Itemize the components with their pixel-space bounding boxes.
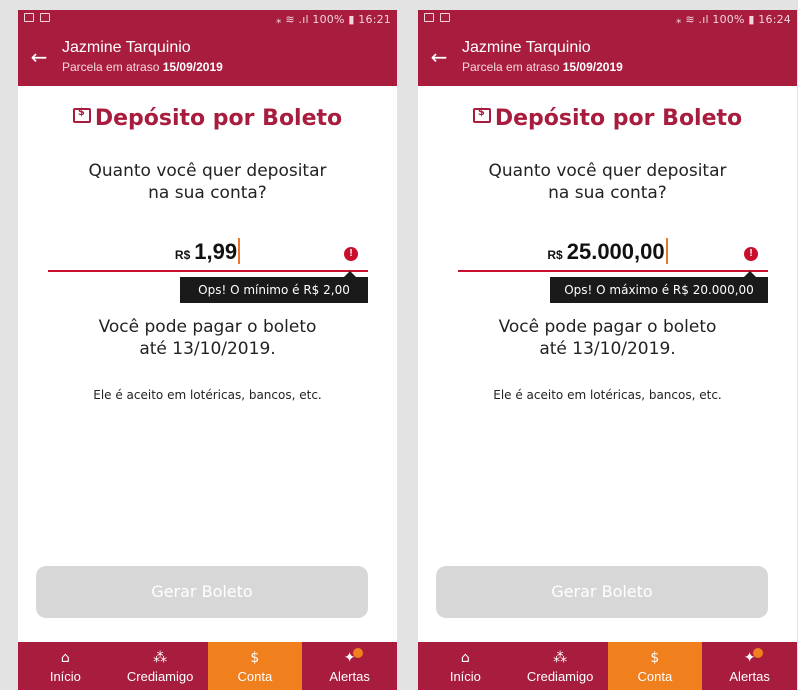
nav-label-crediamigo: Crediamigo <box>526 669 594 684</box>
amount-input-underline <box>458 270 768 272</box>
page-title: Depósito por Boleto <box>418 106 797 131</box>
error-tooltip: Ops! O mínimo é R$ 2,00 <box>180 271 368 303</box>
payment-deadline: Você pode pagar o boleto até 13/10/2019. <box>418 316 797 360</box>
installment-status: Parcela em atraso 15/09/2019 <box>462 60 623 74</box>
question-line-1: Quanto você quer depositar <box>88 161 327 181</box>
currency-label: R$ <box>547 248 563 262</box>
currency-label: R$ <box>174 248 191 262</box>
status-bar: ⁎ ≋ .ıl 100% ▮ 16:24 <box>418 10 797 30</box>
installment-date: 15/09/2019 <box>562 60 623 74</box>
error-tooltip: Ops! O máximo é R$ 20.000,00 <box>550 271 768 303</box>
screenshot-notification-icon <box>440 13 450 22</box>
dollar-icon: $ <box>650 650 660 666</box>
nav-label-inicio: Início <box>49 669 81 684</box>
amount-value[interactable]: 25.000,00 <box>567 239 665 264</box>
installment-label: Parcela em atraso <box>62 60 160 74</box>
bottom-navigation: ⌂ Início ⁂ Crediamigo $ Conta ✦ Alertas <box>418 642 797 690</box>
people-icon: ⁂ <box>153 650 168 666</box>
amount-input-underline <box>48 270 368 272</box>
phone-screen-right: ⁎ ≋ .ıl 100% ▮ 16:24 ← Jazmine Tarquinio… <box>418 10 797 690</box>
bottom-navigation: ⌂ Início ⁂ Crediamigo $ Conta ✦ Alertas <box>18 642 397 690</box>
accepted-info: Ele é aceito em lotéricas, bancos, etc. <box>93 388 322 402</box>
question-line-2: na sua conta? <box>548 183 667 203</box>
payment-deadline-line-2: até 13/10/2019. <box>539 339 676 359</box>
phone-screen-left: ⁎ ≋ .ıl 100% ▮ 16:21 ← Jazmine Tarquinio… <box>18 10 397 690</box>
status-bar: ⁎ ≋ .ıl 100% ▮ 16:21 <box>18 10 397 30</box>
nav-label-conta: Conta <box>237 669 273 684</box>
payment-deadline: Você pode pagar o boleto até 13/10/2019. <box>18 316 397 360</box>
nav-item-crediamigo[interactable]: ⁂ Crediamigo <box>113 642 208 690</box>
bell-icon: ✦ <box>343 650 356 666</box>
nav-item-conta[interactable]: $ Conta <box>207 642 303 690</box>
nav-label-alertas: Alertas <box>729 669 770 684</box>
back-arrow-icon[interactable]: ← <box>428 46 450 68</box>
app-bar: ← Jazmine Tarquinio Parcela em atraso 15… <box>18 30 397 86</box>
text-cursor <box>665 238 668 264</box>
generate-boleto-button[interactable]: Gerar Boleto <box>436 566 768 618</box>
payment-deadline-line-1: Você pode pagar o boleto <box>498 317 717 337</box>
question-line-1: Quanto você quer depositar <box>488 161 727 181</box>
nav-item-alertas[interactable]: ✦ Alertas <box>702 642 797 690</box>
error-icon[interactable]: ! <box>744 247 758 261</box>
image-notification-icon <box>24 13 34 22</box>
notification-badge <box>352 648 363 658</box>
nav-label-alertas: Alertas <box>329 669 370 684</box>
deposit-question: Quanto você quer depositar na sua conta? <box>418 160 797 204</box>
notification-icons <box>24 13 50 22</box>
app-bar: ← Jazmine Tarquinio Parcela em atraso 15… <box>418 30 797 86</box>
nav-item-alertas[interactable]: ✦ Alertas <box>302 642 397 690</box>
question-line-2: na sua conta? <box>148 183 267 203</box>
home-icon: ⌂ <box>60 650 70 666</box>
status-info: ⁎ ≋ .ıl 100% ▮ 16:21 <box>275 13 391 26</box>
installment-label: Parcela em atraso <box>462 60 560 74</box>
page-title-text: Depósito por Boleto <box>494 106 743 131</box>
nav-label-crediamigo: Crediamigo <box>126 669 194 684</box>
accepted-info: Ele é aceito em lotéricas, bancos, etc. <box>493 388 722 402</box>
nav-label-inicio: Início <box>449 669 481 684</box>
payment-deadline-line-1: Você pode pagar o boleto <box>98 317 317 337</box>
bell-icon: ✦ <box>743 650 756 666</box>
image-notification-icon <box>424 13 434 22</box>
user-name: Jazmine Tarquinio <box>462 39 591 56</box>
amount-value[interactable]: 1,99 <box>194 239 237 264</box>
installment-status: Parcela em atraso 15/09/2019 <box>62 60 223 74</box>
payment-deadline-line-2: até 13/10/2019. <box>139 339 276 359</box>
deposit-question: Quanto você quer depositar na sua conta? <box>18 160 397 204</box>
amount-input[interactable]: R$ 25.000,00 <box>418 238 797 265</box>
installment-date: 15/09/2019 <box>162 60 223 74</box>
nav-label-conta: Conta <box>637 669 673 684</box>
text-cursor <box>238 238 241 264</box>
notification-badge <box>752 648 763 658</box>
boleto-icon <box>72 107 91 123</box>
amount-input[interactable]: R$ 1,99 <box>18 238 397 265</box>
notification-icons <box>424 13 450 22</box>
nav-item-crediamigo[interactable]: ⁂ Crediamigo <box>513 642 608 690</box>
screenshot-notification-icon <box>40 13 50 22</box>
error-icon[interactable]: ! <box>344 247 358 261</box>
boleto-icon <box>472 107 491 123</box>
people-icon: ⁂ <box>553 650 568 666</box>
nav-item-conta[interactable]: $ Conta <box>607 642 703 690</box>
generate-boleto-button[interactable]: Gerar Boleto <box>36 566 368 618</box>
home-icon: ⌂ <box>460 650 470 666</box>
page-title-text: Depósito por Boleto <box>94 106 343 131</box>
user-name: Jazmine Tarquinio <box>62 39 191 56</box>
nav-item-inicio[interactable]: ⌂ Início <box>418 642 513 690</box>
back-arrow-icon[interactable]: ← <box>28 46 50 68</box>
nav-item-inicio[interactable]: ⌂ Início <box>18 642 113 690</box>
page-title: Depósito por Boleto <box>18 106 397 131</box>
status-info: ⁎ ≋ .ıl 100% ▮ 16:24 <box>675 13 791 26</box>
dollar-icon: $ <box>250 650 260 666</box>
